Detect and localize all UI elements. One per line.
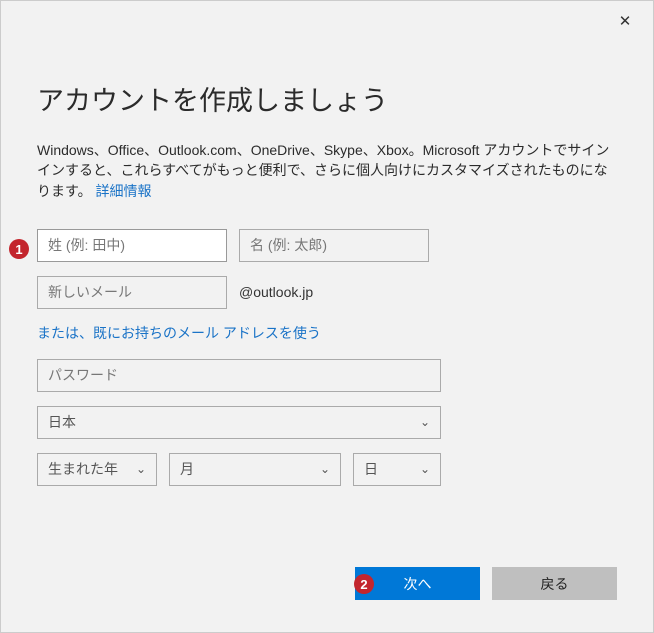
description: Windows、Office、Outlook.com、OneDrive、Skyp…	[37, 140, 617, 201]
firstname-field[interactable]	[239, 229, 429, 262]
email-domain-label: @outlook.jp	[239, 284, 313, 300]
use-existing-email-link[interactable]: または、既にお持ちのメール アドレスを使う	[37, 325, 321, 341]
page-title: アカウントを作成しましょう	[37, 79, 617, 118]
birth-month-select[interactable]: 月 ⌄	[169, 453, 341, 486]
dialog-content: アカウントを作成しましょう Windows、Office、Outlook.com…	[1, 1, 653, 486]
country-select[interactable]: 日本 ⌄	[37, 406, 441, 439]
more-info-link[interactable]: 詳細情報	[96, 183, 152, 199]
close-button[interactable]: ✕	[609, 9, 641, 33]
lastname-field[interactable]	[37, 229, 227, 262]
back-button[interactable]: 戻る	[492, 567, 617, 600]
birth-year-value: 生まれた年	[48, 459, 118, 479]
chevron-down-icon: ⌄	[420, 415, 430, 429]
chevron-down-icon: ⌄	[136, 462, 146, 476]
birth-day-value: 日	[364, 459, 378, 479]
birth-month-value: 月	[180, 459, 194, 479]
annotation-badge-1: 1	[9, 239, 29, 259]
chevron-down-icon: ⌄	[420, 462, 430, 476]
birth-day-select[interactable]: 日 ⌄	[353, 453, 441, 486]
password-field[interactable]	[37, 359, 441, 392]
birth-year-select[interactable]: 生まれた年 ⌄	[37, 453, 157, 486]
email-field[interactable]	[37, 276, 227, 309]
chevron-down-icon: ⌄	[320, 462, 330, 476]
footer-buttons: 次へ 戻る	[355, 567, 617, 600]
country-value: 日本	[48, 412, 76, 432]
close-icon: ✕	[619, 12, 632, 30]
annotation-badge-2: 2	[354, 574, 374, 594]
